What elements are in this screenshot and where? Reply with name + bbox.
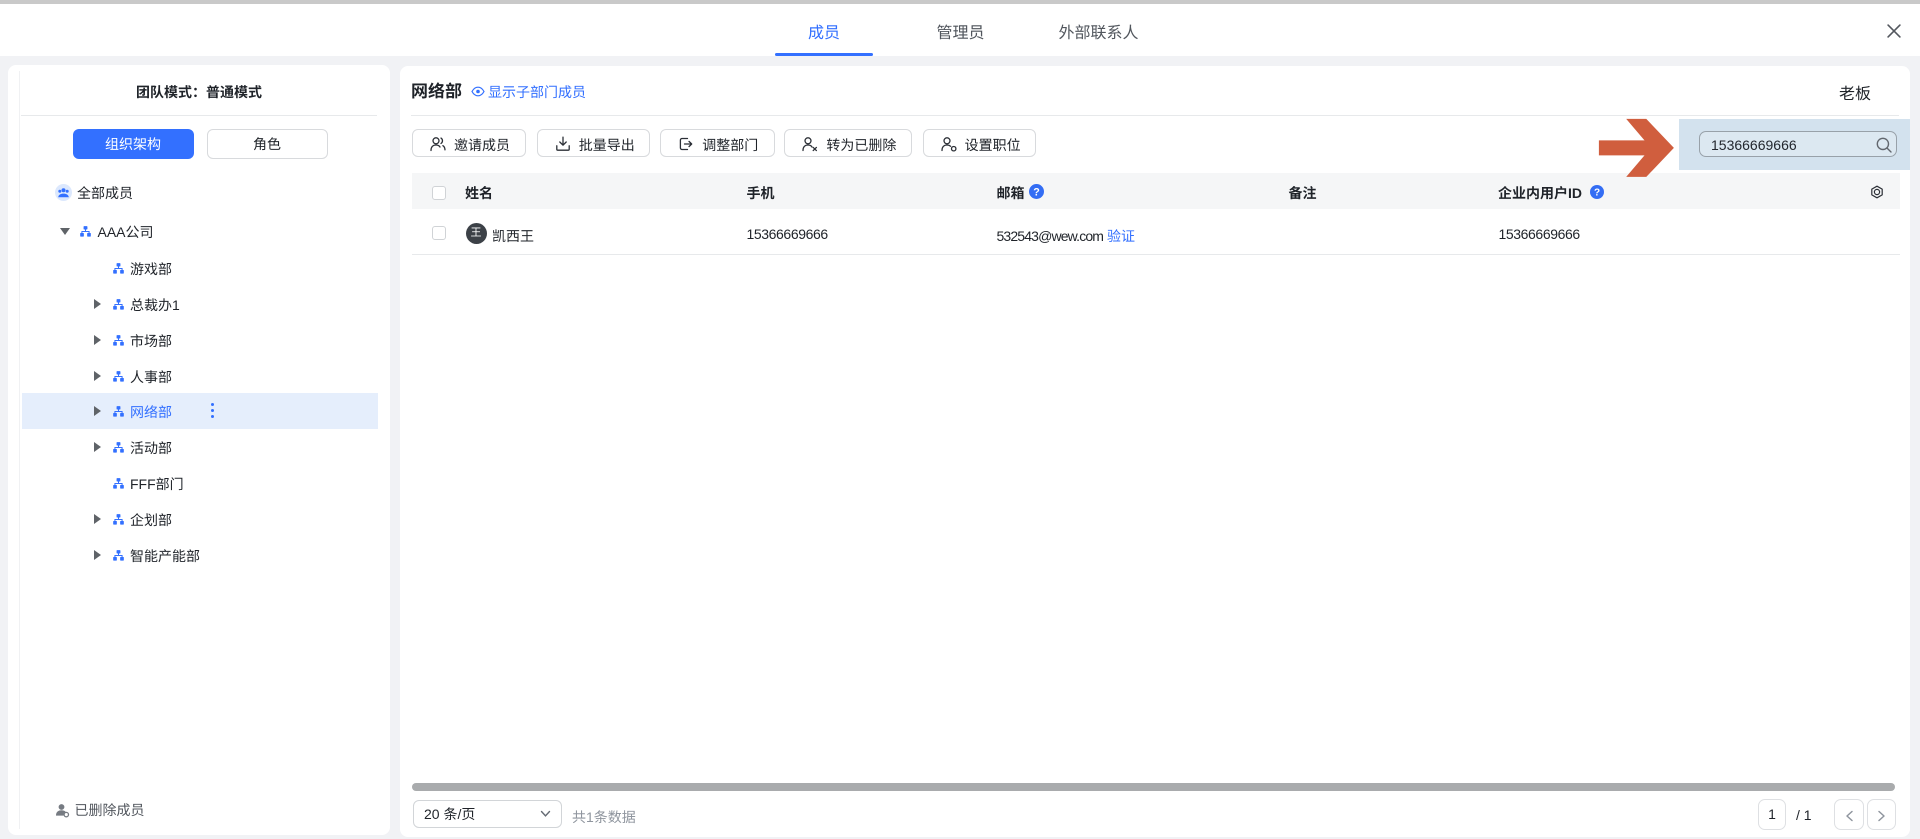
svg-text:?: ? bbox=[1033, 186, 1040, 198]
svg-text:?: ? bbox=[1594, 187, 1600, 198]
